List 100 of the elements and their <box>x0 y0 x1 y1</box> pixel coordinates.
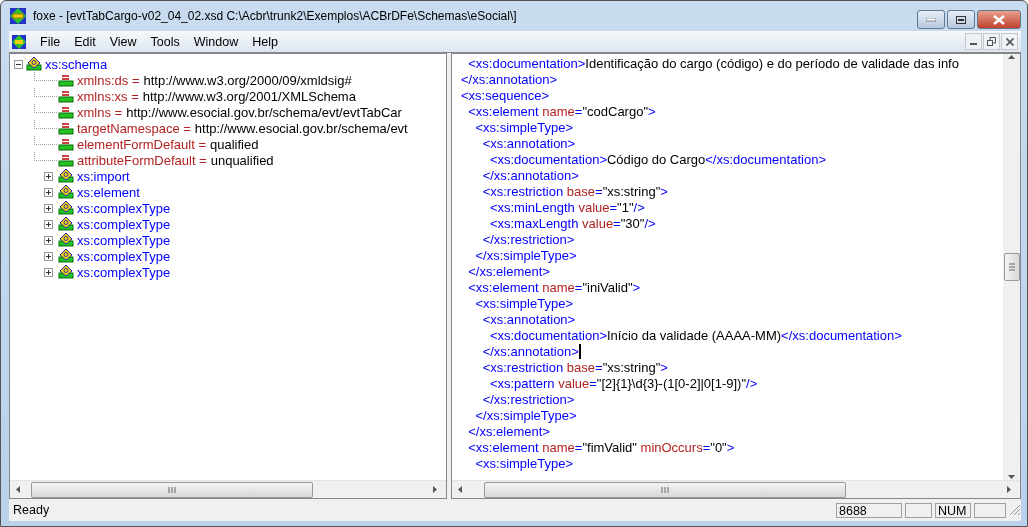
element-icon <box>58 217 74 231</box>
attribute-name[interactable]: targetNamespace = <box>77 120 191 136</box>
code-line: </xs:element> <box>467 264 551 280</box>
attribute-name[interactable]: attributeFormDefault = <box>77 152 207 168</box>
minimize-button[interactable] <box>965 33 982 50</box>
attribute-icon <box>58 121 74 135</box>
minimize-button[interactable] <box>917 10 945 29</box>
tree-node[interactable]: xs:import <box>77 168 130 184</box>
grip-icon <box>1007 263 1016 271</box>
app-icon <box>9 7 27 25</box>
scroll-right-icon[interactable] <box>1005 486 1012 493</box>
expand-icon[interactable] <box>44 235 53 245</box>
tree-node[interactable]: xs:complexType <box>77 264 171 280</box>
code-line: <xs:annotation> <box>481 312 577 328</box>
restore-button[interactable] <box>983 33 1000 50</box>
tree-node[interactable]: xs:complexType <box>77 248 171 264</box>
scroll-thumb[interactable] <box>484 481 846 498</box>
tree-line <box>34 120 58 129</box>
code-line: <xs:annotation> <box>481 136 577 152</box>
attribute-name[interactable]: xmlns = <box>77 104 123 120</box>
tree-line <box>34 72 58 81</box>
code-line: <xs:restriction base="xs:string"> <box>481 184 669 200</box>
code-line: </xs:restriction> <box>481 392 576 408</box>
collapse-icon[interactable] <box>14 59 23 69</box>
scroll-left-icon[interactable] <box>457 486 464 493</box>
element-icon <box>58 265 74 279</box>
tree-node[interactable]: xs:complexType <box>77 216 171 232</box>
menu-item[interactable]: Help <box>245 32 285 51</box>
element-icon <box>58 249 74 263</box>
expand-icon[interactable] <box>44 267 53 277</box>
code-line: </xs:simpleType> <box>474 408 578 424</box>
tree-node[interactable]: xs:complexType <box>77 200 171 216</box>
close-button[interactable] <box>977 10 1021 29</box>
code-line: </xs:simpleType> <box>474 248 578 264</box>
code-line: </xs:restriction> <box>481 232 576 248</box>
element-icon <box>26 57 42 71</box>
code-line: </xs:annotation> <box>481 168 580 184</box>
attribute-value: qualified <box>210 136 259 152</box>
menu-item[interactable]: Edit <box>67 32 103 51</box>
maximize-button[interactable] <box>947 10 975 29</box>
scroll-right-icon[interactable] <box>431 486 438 493</box>
element-icon <box>58 169 74 183</box>
element-icon <box>58 201 74 215</box>
scroll-up-icon[interactable] <box>1008 54 1015 61</box>
menu-item[interactable]: Tools <box>143 32 187 51</box>
menu-item[interactable]: File <box>33 32 68 51</box>
code-line: <xs:simpleType> <box>474 120 574 136</box>
horizontal-scrollbar[interactable] <box>452 480 1020 498</box>
status-panel <box>905 502 932 518</box>
code-line: </xs:element> <box>467 424 551 440</box>
num-lock-indicator: NUM <box>935 502 971 518</box>
expand-icon[interactable] <box>44 219 53 229</box>
attribute-name[interactable]: xmlns:xs = <box>77 88 139 104</box>
vertical-scrollbar[interactable] <box>1003 54 1020 480</box>
window-title: foxe - [evtTabCargo-v02_04_02.xsd C:\Acbr\trunk2\Exemplos\ACBrDFe\Schemas\eSocial\] <box>33 9 517 23</box>
code-line: <xs:element name="iniValid"> <box>467 280 642 296</box>
close-icon <box>993 14 1005 25</box>
text-cursor <box>578 344 581 359</box>
code-editor[interactable] <box>451 53 1021 499</box>
code-line: <xs:documentation>Código do Cargo</xs:documentation> <box>488 152 827 168</box>
grip-icon <box>661 485 669 494</box>
tree-node[interactable]: xs:schema <box>45 56 108 72</box>
scroll-thumb[interactable] <box>31 481 313 498</box>
attribute-icon <box>58 137 74 151</box>
tree-line <box>34 88 58 97</box>
status-panel <box>974 502 1006 518</box>
expand-icon[interactable] <box>44 187 53 197</box>
maximize-icon <box>956 15 966 24</box>
document-icon[interactable] <box>11 33 27 50</box>
scroll-thumb[interactable] <box>1003 253 1020 281</box>
attribute-value: unqualified <box>210 152 274 168</box>
tree-line <box>34 152 58 161</box>
tree-node[interactable]: xs:complexType <box>77 232 171 248</box>
position-indicator: 8688 <box>836 502 902 518</box>
status-text: Ready <box>13 503 50 517</box>
code-line: <xs:minLength value="1"/> <box>488 200 646 216</box>
minimize-icon <box>926 17 936 22</box>
attribute-value: http://www.esocial.gov.br/schema/evt <box>194 120 408 136</box>
code-line: <xs:sequence> <box>460 88 551 104</box>
code-line: <xs:documentation>Identificação do cargo (código) e do período de validade das info <box>467 56 960 72</box>
element-icon <box>58 233 74 247</box>
horizontal-scrollbar[interactable] <box>10 480 446 498</box>
attribute-value: http://www.w3.org/2001/XMLSchema <box>142 88 356 104</box>
attribute-name[interactable]: xmlns:ds = <box>77 72 140 88</box>
close-button[interactable] <box>1001 33 1018 50</box>
attribute-name[interactable]: elementFormDefault = <box>77 136 206 152</box>
code-line: <xs:maxLength value="30"/> <box>488 216 657 232</box>
expand-icon[interactable] <box>44 251 53 261</box>
tree-node[interactable]: xs:element <box>77 184 140 200</box>
resize-grip-icon[interactable] <box>1009 504 1021 516</box>
menu-item[interactable]: View <box>102 32 144 51</box>
code-line: </xs:annotation> <box>481 344 582 360</box>
scroll-left-icon[interactable] <box>15 486 22 493</box>
code-line: <xs:pattern value="[2]{1}\d{3}-(1[0-2]|0[1-9])"/> <box>488 376 759 392</box>
tree-line <box>34 136 58 145</box>
expand-icon[interactable] <box>44 171 53 181</box>
expand-icon[interactable] <box>44 203 53 213</box>
attribute-value: http://www.w3.org/2000/09/xmldsig# <box>143 72 352 88</box>
menu-item[interactable]: Window <box>186 32 246 51</box>
attribute-icon <box>58 105 74 119</box>
